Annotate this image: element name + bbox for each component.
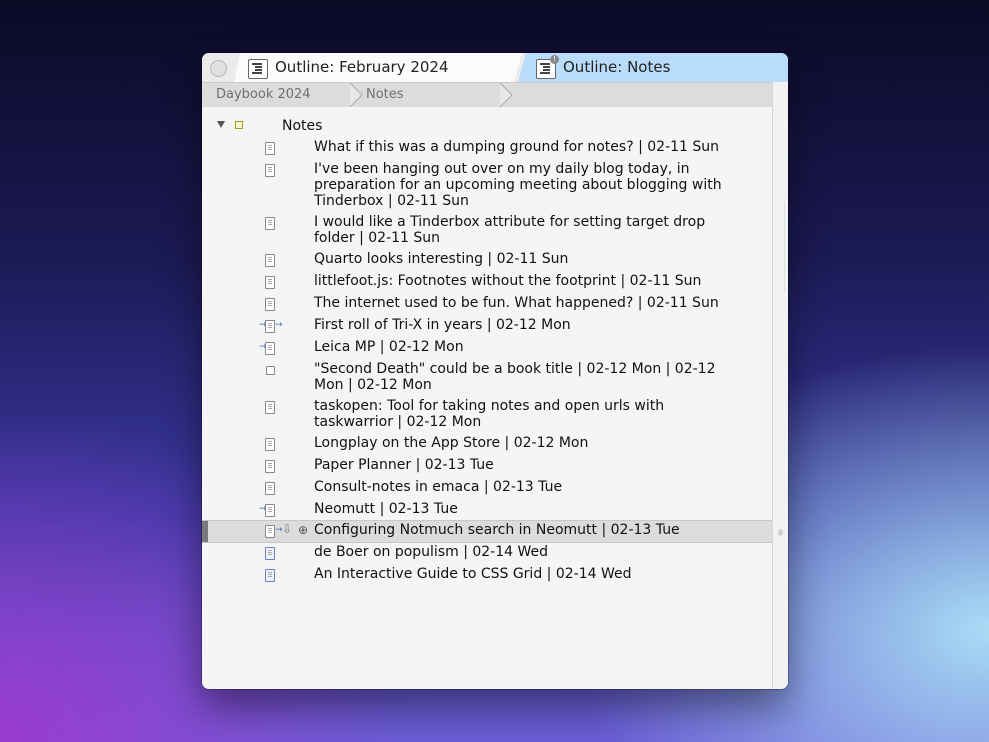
tab-label: Outline: Notes <box>563 58 671 76</box>
outline-item-text: Paper Planner | 02-13 Tue <box>314 457 494 473</box>
outline-row[interactable]: Longplay on the App Store | 02-12 Mon <box>202 433 772 455</box>
disclosure-triangle-icon[interactable] <box>217 121 225 128</box>
note-icon <box>265 504 275 517</box>
outline-row[interactable]: Quarto looks interesting | 02-11 Sun <box>202 249 772 271</box>
outline-item-text: taskopen: Tool for taking notes and open… <box>314 398 665 430</box>
container-icon <box>235 121 243 129</box>
outline-row[interactable]: taskopen: Tool for taking notes and open… <box>202 396 772 433</box>
outline-row[interactable]: I would like a Tinderbox attribute for s… <box>202 212 772 249</box>
scrollbar[interactable] <box>772 82 788 689</box>
outline-item-text: littlefoot.js: Footnotes without the foo… <box>314 273 702 289</box>
outline-row-selected[interactable]: → ⇩ ⊕ Configuring Notmuch search in Neom… <box>202 520 772 543</box>
outline-item-text: "Second Death" could be a book title | 0… <box>314 361 716 393</box>
note-icon <box>265 525 275 538</box>
outline-window: Outline: February 2024 ! Outline: Notes … <box>202 53 788 689</box>
add-note-icon[interactable]: ⊕ <box>298 523 308 537</box>
outline-icon <box>248 59 268 79</box>
outline-row[interactable]: Consult-notes in emaca | 02-13 Tue <box>202 477 772 499</box>
close-tab-button[interactable] <box>210 60 227 77</box>
note-icon <box>265 298 275 311</box>
outline-row[interactable]: The internet used to be fun. What happen… <box>202 293 772 315</box>
outline-item-text: An Interactive Guide to CSS Grid | 02-14… <box>314 566 632 582</box>
scroll-track <box>784 202 785 292</box>
outline-item-text: Neomutt | 02-13 Tue <box>314 501 458 517</box>
outline-item-text: The internet used to be fun. What happen… <box>314 295 719 311</box>
note-icon <box>265 254 275 267</box>
note-icon <box>265 547 275 560</box>
note-icon <box>265 460 275 473</box>
outline-row[interactable]: I've been hanging out over on my daily b… <box>202 159 772 212</box>
outline-item-text: What if this was a dumping ground for no… <box>314 139 720 155</box>
tab-outline-february-2024[interactable]: Outline: February 2024 <box>234 53 522 82</box>
outline-row[interactable]: de Boer on populism | 02-14 Wed <box>202 542 772 564</box>
outline-item-text: Quarto looks interesting | 02-11 Sun <box>314 251 569 267</box>
drag-down-icon[interactable]: ⇩ <box>282 522 292 536</box>
note-icon <box>265 164 275 177</box>
outline-row[interactable]: "Second Death" could be a book title | 0… <box>202 359 772 396</box>
note-icon <box>265 438 275 451</box>
outline-container-title: Notes <box>282 118 323 134</box>
outline-item-text: Consult-notes in emaca | 02-13 Tue <box>314 479 563 495</box>
note-icon <box>265 482 275 495</box>
note-icon <box>265 142 275 155</box>
note-icon <box>265 342 275 355</box>
tab-bar: Outline: February 2024 ! Outline: Notes <box>202 53 788 82</box>
note-icon <box>265 320 275 333</box>
outline-row[interactable]: → → First roll of Tri-X in years | 02-12… <box>202 315 772 337</box>
outline-item-text: Longplay on the App Store | 02-12 Mon <box>314 435 589 451</box>
chevron-right-icon <box>499 83 513 107</box>
breadcrumb-item-daybook-2024[interactable]: Daybook 2024 <box>216 83 311 107</box>
link-out-icon: → <box>275 320 283 330</box>
outline-row[interactable]: Paper Planner | 02-13 Tue <box>202 455 772 477</box>
outline-row[interactable]: What if this was a dumping ground for no… <box>202 137 772 159</box>
outline-item-text: I would like a Tinderbox attribute for s… <box>314 214 706 246</box>
breadcrumb-item-notes[interactable]: Notes <box>366 83 404 107</box>
note-square-icon <box>266 366 275 375</box>
outline-item-text: First roll of Tri-X in years | 02-12 Mon <box>314 317 571 333</box>
outline-row[interactable]: An Interactive Guide to CSS Grid | 02-14… <box>202 564 772 586</box>
outline-item-text: I've been hanging out over on my daily b… <box>314 161 722 209</box>
outline-icon: ! <box>536 55 559 79</box>
note-icon <box>265 217 275 230</box>
outline-item-text: Leica MP | 02-12 Mon <box>314 339 464 355</box>
outline-item-text: de Boer on populism | 02-14 Wed <box>314 544 549 560</box>
selection-indicator <box>202 521 208 542</box>
outline-row[interactable]: → Neomutt | 02-13 Tue <box>202 499 772 521</box>
note-icon <box>265 401 275 414</box>
note-icon <box>265 569 275 582</box>
note-icon <box>265 276 275 289</box>
outline-item-text: Configuring Notmuch search in Neomutt | … <box>314 522 680 538</box>
outline-row[interactable]: → Leica MP | 02-12 Mon <box>202 337 772 359</box>
tab-outline-notes[interactable]: ! Outline: Notes <box>518 53 788 82</box>
outline-view[interactable]: Notes What if this was a dumping ground … <box>202 107 772 689</box>
tab-label: Outline: February 2024 <box>275 58 449 76</box>
breadcrumb: Daybook 2024 Notes <box>202 82 772 108</box>
outline-row[interactable]: littlefoot.js: Footnotes without the foo… <box>202 271 772 293</box>
badge-icon: ! <box>550 55 559 64</box>
chevron-right-icon <box>349 83 363 107</box>
scroll-thumb[interactable] <box>778 529 783 536</box>
